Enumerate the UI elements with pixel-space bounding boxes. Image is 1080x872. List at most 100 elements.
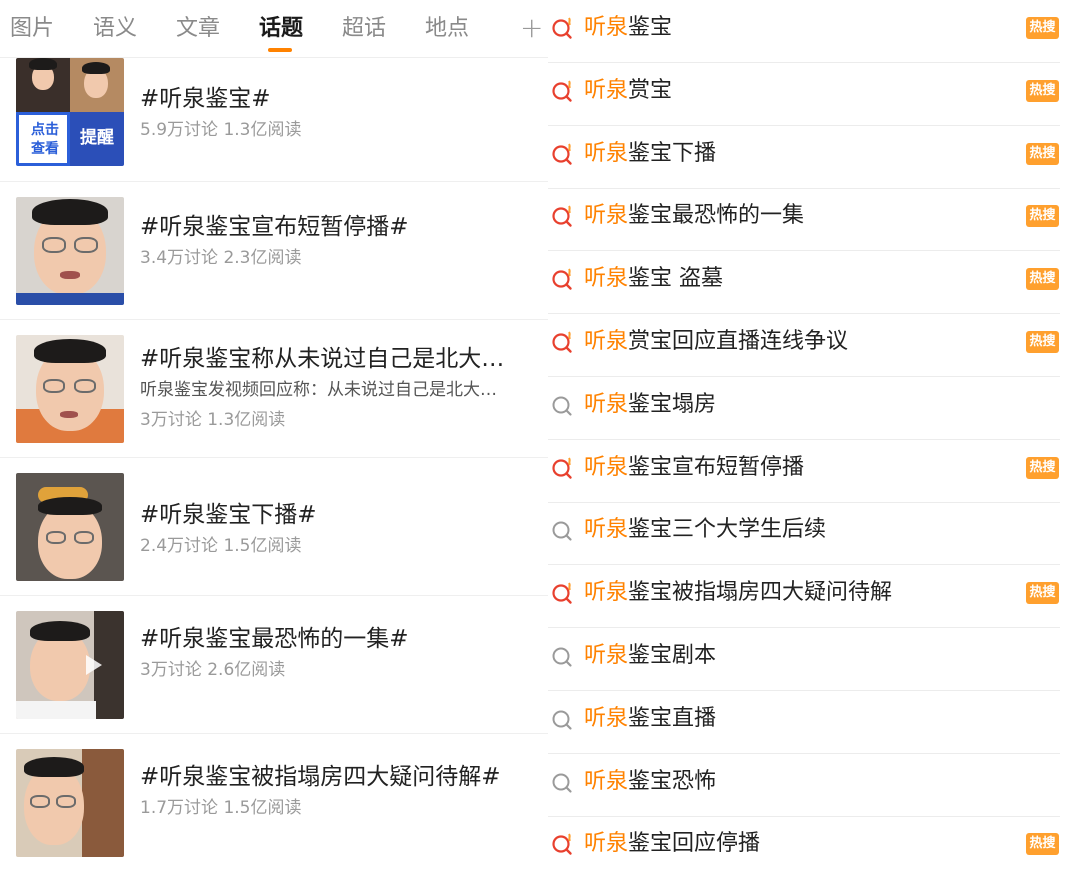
hot-search-icon — [550, 267, 576, 293]
suggestion-rest: 赏宝 — [628, 77, 673, 103]
tab-images[interactable]: 图片 — [10, 14, 54, 44]
active-tab-indicator — [268, 48, 292, 52]
suggestion-item[interactable]: 听泉鉴宝恐怖 — [548, 754, 1060, 817]
suggestion-highlight: 听泉 — [584, 15, 629, 40]
hot-badge: 热搜 — [1026, 331, 1059, 353]
suggestion-rest: 鉴宝回应停播 — [628, 831, 761, 857]
suggestion-highlight: 听泉 — [584, 77, 629, 103]
hot-badge: 热搜 — [1026, 582, 1059, 605]
suggestion-item[interactable]: 听泉鉴宝最恐怖的一集 热搜 — [548, 188, 1060, 252]
suggestion-highlight: 听泉 — [584, 266, 629, 292]
play-icon — [86, 655, 102, 675]
suggestion-rest: 鉴宝 盗墓 — [628, 266, 724, 292]
topic-stats: 5.9万讨论 1.3亿阅读 — [140, 120, 302, 140]
hot-search-icon — [550, 142, 576, 168]
suggestion-item[interactable]: 听泉鉴宝直播 — [548, 691, 1060, 754]
hot-search-icon — [550, 330, 576, 356]
suggestion-highlight: 听泉 — [584, 580, 629, 606]
suggestion-highlight: 听泉 — [584, 329, 629, 354]
thumb-text: 点击 — [31, 122, 59, 138]
suggestion-highlight: 听泉 — [584, 643, 629, 668]
suggestion-rest: 赏宝回应直播连线争议 — [628, 329, 849, 354]
topic-thumbnail — [16, 611, 124, 719]
suggestion-rest: 鉴宝最恐怖的一集 — [628, 203, 805, 229]
tab-semantic[interactable]: 语义 — [93, 14, 137, 44]
suggestion-text: 听泉鉴宝 盗墓 — [584, 264, 723, 294]
suggestion-text: 听泉鉴宝恐怖 — [584, 767, 716, 797]
topic-thumbnail — [16, 473, 124, 581]
topic-thumbnail: 点击 查看 提醒 — [16, 58, 124, 166]
search-icon — [550, 518, 576, 544]
topic-results-panel: 图片 语义 文章 话题 超话 地点 + 点击 查看 提醒 #听泉鉴宝# 5.9万… — [0, 0, 548, 872]
suggestion-highlight: 听泉 — [584, 140, 629, 166]
hot-badge: 热搜 — [1026, 268, 1059, 291]
hot-badge: 热搜 — [1026, 17, 1059, 39]
hot-search-icon — [550, 79, 576, 105]
suggestion-item[interactable]: 听泉赏宝回应直播连线争议 热搜 — [548, 314, 1060, 377]
topic-description: 听泉鉴宝发视频回应称：从未说过自己是北大… — [140, 380, 497, 400]
thumb-text: 查看 — [31, 141, 59, 157]
suggestion-highlight: 听泉 — [584, 831, 629, 857]
suggestion-highlight: 听泉 — [584, 203, 629, 229]
tab-articles[interactable]: 文章 — [176, 14, 220, 44]
topic-title: #听泉鉴宝# — [140, 86, 271, 112]
suggestion-item[interactable]: 听泉赏宝 热搜 — [548, 63, 1060, 126]
topic-thumbnail — [16, 749, 124, 857]
tab-supertopics[interactable]: 超话 — [342, 14, 386, 44]
suggestion-text: 听泉鉴宝塌房 — [584, 390, 716, 420]
hot-badge: 热搜 — [1026, 142, 1059, 165]
suggestion-item[interactable]: 听泉鉴宝剧本 — [548, 628, 1060, 691]
suggestion-item[interactable]: 听泉鉴宝被指塌房四大疑问待解 热搜 — [548, 565, 1060, 629]
topic-item[interactable]: #听泉鉴宝最恐怖的一集# 3万讨论 2.6亿阅读 — [0, 596, 548, 734]
suggestion-item[interactable]: 听泉鉴宝 盗墓 热搜 — [548, 251, 1060, 315]
hot-badge: 热搜 — [1026, 456, 1059, 479]
topic-thumbnail — [16, 335, 124, 443]
search-tabs: 图片 语义 文章 话题 超话 地点 + — [0, 0, 548, 58]
suggestion-rest: 鉴宝恐怖 — [628, 768, 717, 794]
suggestion-rest: 鉴宝三个大学生后续 — [628, 517, 827, 543]
suggestion-highlight: 听泉 — [584, 391, 629, 417]
topic-item[interactable]: 点击 查看 提醒 #听泉鉴宝# 5.9万讨论 1.3亿阅读 — [0, 58, 548, 182]
suggestion-item[interactable]: 听泉鉴宝三个大学生后续 — [548, 502, 1060, 566]
suggestion-text: 听泉鉴宝宣布短暂停播 — [584, 453, 804, 483]
suggestion-text: 听泉赏宝回应直播连线争议 — [584, 327, 848, 357]
thumb-text: 提醒 — [80, 128, 114, 148]
suggestion-rest: 鉴宝剧本 — [628, 643, 717, 668]
topic-item[interactable]: #听泉鉴宝宣布短暂停播# 3.4万讨论 2.3亿阅读 — [0, 182, 548, 320]
suggestion-rest: 鉴宝 — [628, 15, 673, 40]
topic-title: #听泉鉴宝称从未说过自己是北大… — [140, 346, 505, 372]
suggestion-text: 听泉赏宝 — [584, 76, 672, 106]
tab-topics[interactable]: 话题 — [259, 14, 303, 44]
topic-thumbnail — [16, 197, 124, 305]
topic-stats: 2.4万讨论 1.5亿阅读 — [140, 536, 302, 556]
suggestion-rest: 鉴宝下播 — [628, 140, 717, 166]
suggestion-rest: 鉴宝宣布短暂停播 — [628, 454, 805, 480]
hot-search-icon — [550, 581, 576, 607]
hot-search-icon — [550, 16, 576, 42]
topic-title: #听泉鉴宝最恐怖的一集# — [140, 626, 409, 652]
suggestion-item[interactable]: 听泉鉴宝塌房 — [548, 377, 1060, 440]
suggestion-text: 听泉鉴宝 — [584, 13, 672, 43]
suggestion-text: 听泉鉴宝直播 — [584, 704, 716, 734]
suggestion-item[interactable]: 听泉鉴宝下播 热搜 — [548, 126, 1060, 189]
suggestion-item[interactable]: 听泉鉴宝宣布短暂停播 热搜 — [548, 440, 1060, 503]
search-icon — [550, 393, 576, 419]
topic-title: #听泉鉴宝下播# — [140, 502, 317, 528]
suggestion-rest: 鉴宝直播 — [628, 705, 717, 731]
suggestion-item[interactable]: 听泉鉴宝回应停播 热搜 — [548, 816, 1060, 872]
tab-locations[interactable]: 地点 — [425, 14, 469, 44]
topic-item[interactable]: #听泉鉴宝下播# 2.4万讨论 1.5亿阅读 — [0, 458, 548, 596]
topic-item[interactable]: #听泉鉴宝称从未说过自己是北大… 听泉鉴宝发视频回应称：从未说过自己是北大… 3… — [0, 320, 548, 458]
plus-icon[interactable]: + — [520, 10, 543, 46]
hot-search-icon — [550, 456, 576, 482]
suggestion-highlight: 听泉 — [584, 454, 629, 480]
topic-list: 点击 查看 提醒 #听泉鉴宝# 5.9万讨论 1.3亿阅读 #听泉鉴宝宣布短暂停… — [0, 58, 548, 872]
suggestion-item[interactable]: 听泉鉴宝 热搜 — [548, 0, 1060, 63]
topic-item[interactable]: #听泉鉴宝被指塌房四大疑问待解# 1.7万讨论 1.5亿阅读 — [0, 734, 548, 872]
suggestion-rest: 鉴宝塌房 — [628, 391, 717, 417]
suggestion-highlight: 听泉 — [584, 705, 629, 731]
suggestion-highlight: 听泉 — [584, 768, 629, 794]
search-icon — [550, 707, 576, 733]
topic-title: #听泉鉴宝宣布短暂停播# — [140, 214, 409, 240]
hot-search-icon — [550, 204, 576, 230]
